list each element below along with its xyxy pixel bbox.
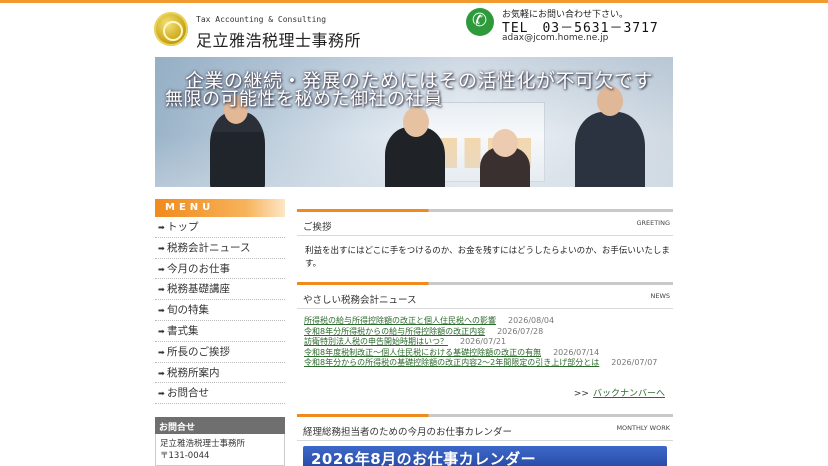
greeting-text: 利益を出すにはどこに手をつけるのか、お金を残すにはどうしたらよいのか、お手伝いい…	[305, 246, 670, 269]
sidebar-item-label: トップ	[167, 221, 199, 233]
sidebar-item-label: 書式集	[167, 324, 199, 337]
sidebar-item-label: 所長のご挨拶	[167, 345, 230, 358]
businessman-foreground-image	[575, 86, 645, 187]
news-item: 令和8年分所得税からの給与所得控除額の改正内容 2026/07/28	[304, 327, 672, 338]
news-section: やさしい税務会計ニュース NEWS 所得税の給与所得控除額の改正と個人住民税への…	[297, 282, 673, 402]
section-accent-bar	[297, 414, 673, 417]
sidebar-item-top[interactable]: ➡ トップ	[155, 217, 285, 238]
menu-heading-label: MENU	[165, 202, 215, 213]
section-divider	[297, 235, 673, 236]
arrow-right-icon: ➡	[158, 285, 165, 295]
sidebar-item-forms[interactable]: ➡ 書式集	[155, 321, 285, 342]
section-accent-bar	[297, 282, 673, 285]
contact-heading-label: お問合せ	[159, 423, 196, 433]
arrow-right-icon: ➡	[158, 389, 165, 399]
calendar-section: 経理総務担当者のための今月のお仕事カレンダー MONTHLY WORK 2026…	[297, 414, 673, 466]
news-title: やさしい税務会計ニュース	[303, 295, 417, 306]
arrow-right-icon: ➡	[158, 368, 165, 378]
sidebar-item-office[interactable]: ➡ 税務所案内	[155, 363, 285, 384]
menu-heading: MENU	[155, 199, 285, 217]
news-item: 所得税の給与所得控除額の改正と個人住民税への影響 2026/08/04	[304, 316, 672, 327]
businesswoman-image	[480, 129, 530, 187]
section-divider	[297, 440, 673, 441]
arrow-right-icon: ➡	[158, 264, 165, 274]
arrow-right-icon: ➡	[158, 326, 165, 336]
hero-banner: 企業の継続・発展のためにはその活性化が不可欠です 無限の可能性を秘めた御社の社員	[155, 57, 673, 187]
news-item-link[interactable]: 令和8年分からの所得税の基礎控除額の改正内容2～2年間限定の引き上げ部分とは	[304, 358, 599, 367]
contact-postal-code: 〒131-0044	[160, 451, 210, 461]
sidebar-item-label: 税務基礎講座	[167, 283, 230, 296]
businessman-pointing-image	[210, 96, 265, 187]
sidebar-menu: ➡ トップ ➡ 税務会計ニュース ➡ 今月のお仕事 ➡ 税務基礎講座 ➡ 旬の特集 ➡ 書式…	[155, 217, 285, 405]
news-item-date: 2026/07/07	[611, 358, 658, 367]
sidebar-item-label: 今月のお仕事	[167, 262, 230, 275]
sidebar-item-greeting[interactable]: ➡ 所長のご挨拶	[155, 342, 285, 363]
phone-icon	[466, 8, 494, 36]
back-number-prefix: >>	[573, 389, 589, 399]
news-en-label: NEWS	[650, 292, 670, 300]
sidebar-item-label: 旬の特集	[167, 304, 209, 317]
arrow-right-icon: ➡	[158, 223, 165, 232]
contact-box: 足立雅浩税理士事務所 〒131-0044	[155, 434, 285, 466]
section-accent-bar	[297, 209, 673, 212]
sidebar-item-label: 税務所案内	[167, 366, 220, 379]
calendar-banner-label: 2026年8月のお仕事カレンダー	[311, 450, 537, 466]
greeting-en-label: GREETING	[636, 219, 670, 227]
news-item-date: 2026/08/04	[508, 316, 555, 325]
news-item: 訪衛特別法人税の申告開始時期はいつ？ 2026/07/21	[304, 337, 672, 348]
news-item: 令和8年度税制改正～個人住民税における基礎控除額の改正の有無 2026/07/14	[304, 348, 672, 359]
businessman-image	[385, 107, 445, 187]
calendar-banner[interactable]: 2026年8月のお仕事カレンダー	[303, 446, 667, 466]
sidebar-item-label: お問合せ	[167, 387, 209, 400]
sidebar-item-label: 税務会計ニュース	[167, 241, 251, 254]
news-item-link[interactable]: 所得税の給与所得控除額の改正と個人住民税への影響	[304, 316, 496, 325]
news-item: 令和8年分からの所得税の基礎控除額の改正内容2～2年間限定の引き上げ部分とは 20…	[304, 358, 672, 369]
news-item-date: 2026/07/14	[553, 347, 600, 357]
logo-subtitle: Tax Accounting & Consulting	[196, 15, 327, 24]
news-item-link[interactable]: 令和8年度税制改正～個人住民税における基礎控除額の改正の有無	[304, 348, 541, 357]
section-divider	[297, 308, 673, 309]
arrow-right-icon: ➡	[158, 243, 165, 253]
arrow-right-icon: ➡	[158, 306, 165, 316]
greeting-title: ご挨拶	[303, 222, 332, 233]
news-item-date: 2026/07/21	[460, 337, 507, 346]
back-number: >> バックナンバーへ	[574, 386, 665, 399]
back-number-link[interactable]: バックナンバーへ	[593, 389, 665, 399]
calendar-en-label: MONTHLY WORK	[616, 424, 670, 432]
logo-emblem-icon[interactable]	[154, 12, 188, 46]
sidebar-item-contact[interactable]: ➡ お問合せ	[155, 383, 285, 405]
greeting-section: ご挨拶 GREETING 利益を出すにはどこに手をつけるのか、お金を残すにはどう…	[297, 209, 673, 269]
news-list: 所得税の給与所得控除額の改正と個人住民税への影響 2026/08/04 令和8年分…	[304, 316, 672, 369]
news-item-date: 2026/07/28	[497, 326, 544, 336]
sidebar-item-feature[interactable]: ➡ 旬の特集	[155, 300, 285, 321]
contact-heading: お問合せ	[155, 417, 285, 434]
sidebar-item-monthly-work[interactable]: ➡ 今月のお仕事	[155, 259, 285, 280]
contact-office-name: 足立雅浩税理士事務所	[160, 439, 246, 449]
site-title[interactable]: 足立雅浩税理士事務所	[196, 27, 361, 51]
calendar-title: 経理総務担当者のための今月のお仕事カレンダー	[303, 427, 513, 438]
email-address[interactable]: adax@jcom.home.ne.jp	[502, 33, 608, 43]
sidebar-item-basics[interactable]: ➡ 税務基礎講座	[155, 279, 285, 301]
arrow-right-icon: ➡	[158, 347, 165, 357]
news-item-link[interactable]: 令和8年分所得税からの給与所得控除額の改正内容	[304, 327, 485, 336]
news-item-link[interactable]: 訪衛特別法人税の申告開始時期はいつ？	[304, 337, 448, 346]
sidebar-item-news[interactable]: ➡ 税務会計ニュース	[155, 238, 285, 259]
hero-subheadline: 無限の可能性を秘めた御社の社員	[165, 89, 443, 110]
top-accent-line	[0, 0, 828, 3]
